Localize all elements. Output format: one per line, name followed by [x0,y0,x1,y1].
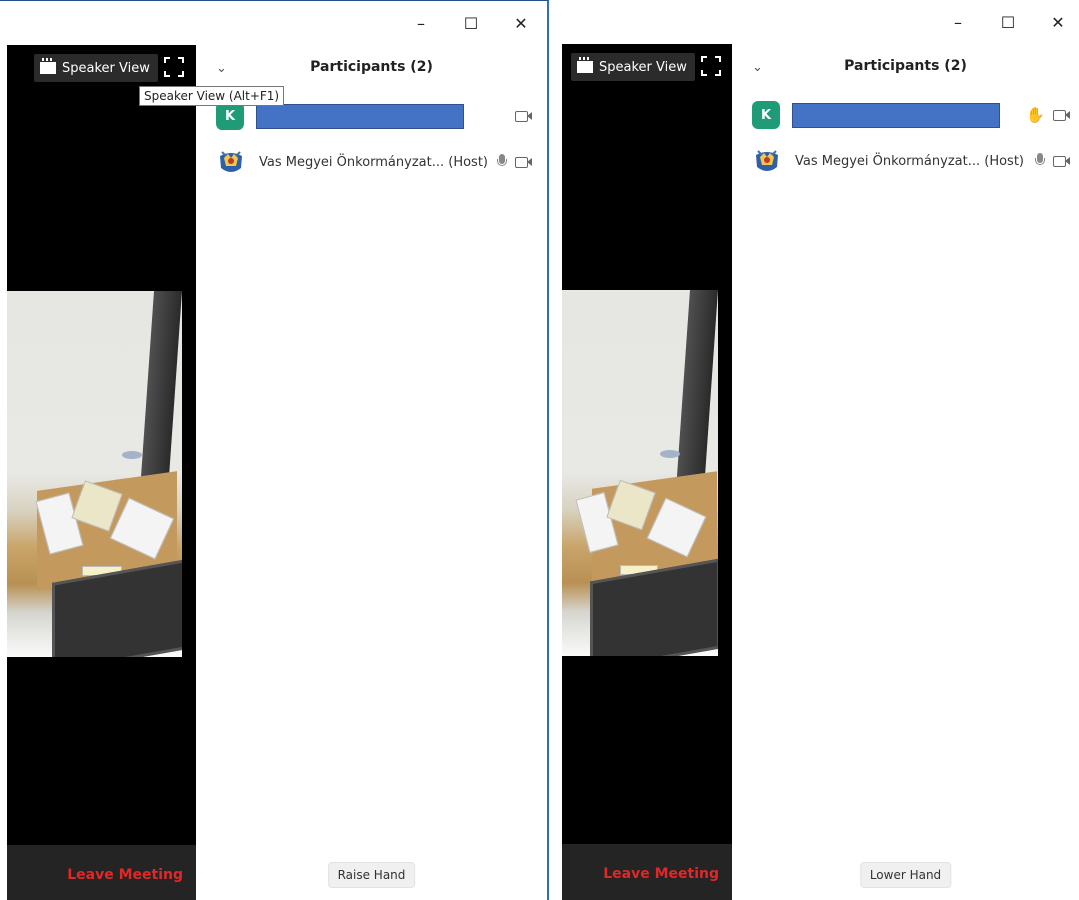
video-off-icon [1053,109,1071,121]
camera-feed [7,291,182,657]
avatar: K [752,101,780,129]
participants-panel: ⌄ Participants (2) K ✋ Vas Megyei Önkorm… [732,44,1079,900]
speaker-view-label: Speaker View [62,60,150,76]
maximize-button[interactable]: ☐ [993,10,1023,34]
raised-hand-icon: ✋ [1026,105,1045,124]
mic-icon [497,154,507,170]
video-area: Speaker View Leave Meeting [562,44,732,900]
avatar: K [216,102,244,130]
speaker-view-button[interactable]: Speaker View [571,53,695,81]
raise-hand-button[interactable]: Raise Hand [327,862,416,888]
close-button[interactable]: ✕ [506,11,536,35]
zoom-window-right: – ☐ ✕ Speaker View Leave Meeting ⌄ Parti… [562,0,1079,900]
participants-header: ⌄ Participants (2) [196,59,547,83]
zoom-window-left: – ☐ ✕ Speaker View Leave Meeting Speaker… [0,0,549,900]
participant-row[interactable]: Vas Megyei Önkormányzat... (Host) [752,146,1071,176]
mic-icon [1035,153,1045,169]
video-off-icon [1053,155,1071,167]
participant-name: Vas Megyei Önkormányzat... (Host) [259,154,488,170]
participants-title: Participants (2) [844,58,967,74]
close-button[interactable]: ✕ [1043,10,1073,34]
participant-row[interactable]: Vas Megyei Önkormányzat... (Host) [216,147,533,177]
minimize-button[interactable]: – [943,10,973,34]
tooltip: Speaker View (Alt+F1) [139,86,285,106]
fullscreen-button[interactable] [164,57,184,77]
maximize-button[interactable]: ☐ [456,11,486,35]
video-off-icon [515,110,533,122]
speaker-view-icon [577,57,593,73]
minimize-button[interactable]: – [406,11,436,35]
leave-meeting-button[interactable]: Leave Meeting [603,866,719,882]
lower-hand-button[interactable]: Lower Hand [859,862,952,888]
participant-name: Vas Megyei Önkormányzat... (Host) [795,153,1024,169]
camera-feed [562,290,718,656]
meeting-toolbar: Leave Meeting [7,845,196,900]
crest-icon [756,150,778,171]
video-area: Speaker View Leave Meeting [7,45,196,900]
crest-icon [220,151,242,172]
title-bar: – ☐ ✕ [562,0,1079,44]
speaker-view-label: Speaker View [599,59,687,75]
meeting-toolbar: Leave Meeting [562,844,732,900]
participants-title: Participants (2) [310,59,433,75]
leave-meeting-button[interactable]: Leave Meeting [67,867,183,883]
participant-row[interactable]: K ✋ [752,100,1071,130]
speaker-view-button[interactable]: Speaker View [34,54,158,82]
video-off-icon [515,156,533,168]
fullscreen-button[interactable] [701,56,721,76]
speaker-view-icon [40,58,56,74]
title-bar: – ☐ ✕ [0,1,547,45]
redacted-name [792,102,1000,128]
participants-panel: ⌄ Participants (2) K Vas Megyei Önkormán… [196,45,547,900]
redacted-name [256,103,464,129]
participants-header: ⌄ Participants (2) [732,58,1079,82]
